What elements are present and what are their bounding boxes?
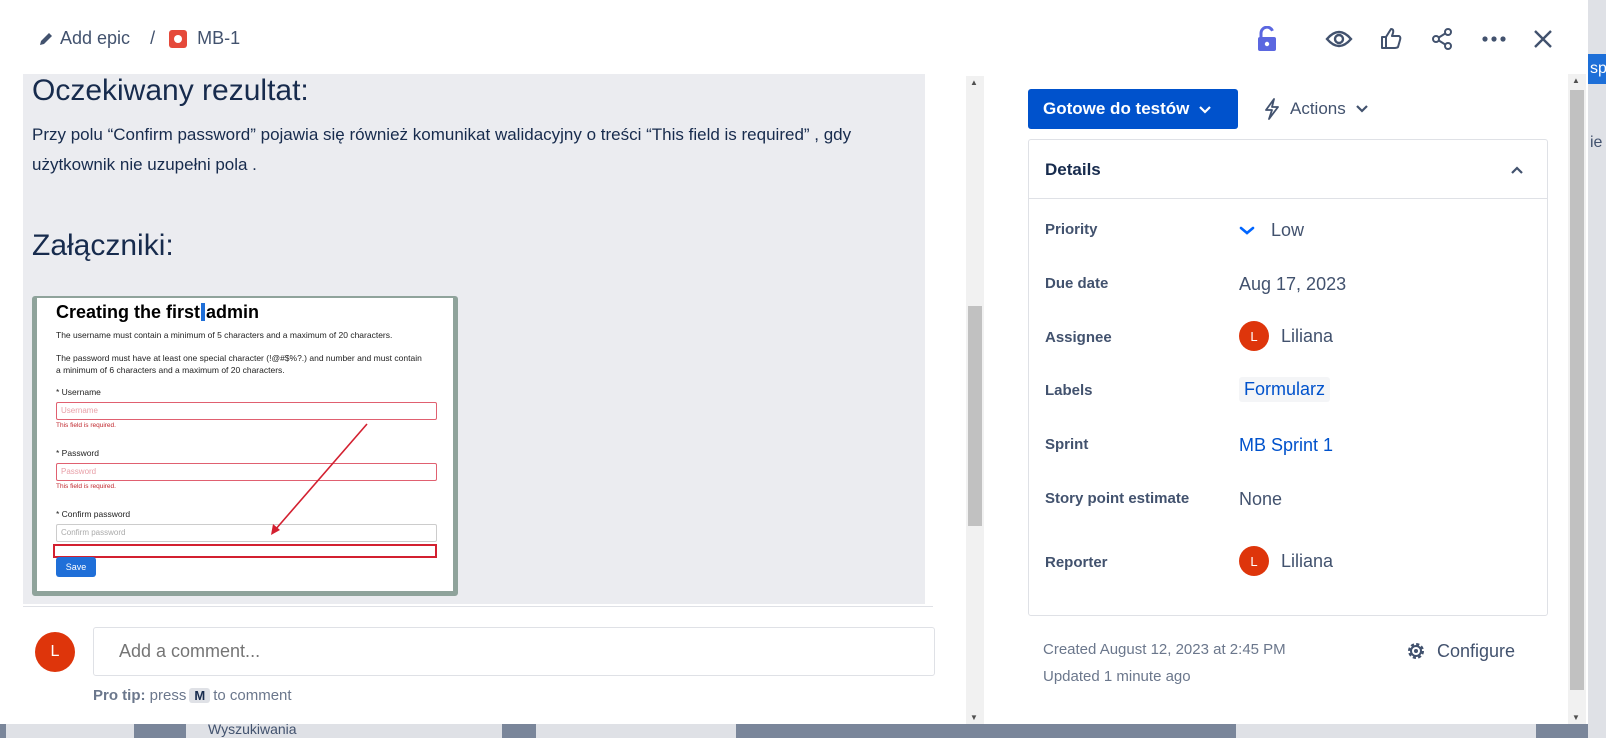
reporter-label: Reporter [1045, 554, 1108, 571]
bug-icon [169, 29, 188, 48]
avatar: L [35, 632, 75, 672]
story-points-value[interactable]: None [1239, 489, 1282, 510]
scrollbar-thumb[interactable] [1570, 90, 1584, 690]
reporter-value[interactable]: L Liliana [1239, 546, 1333, 576]
avatar: L [1239, 321, 1269, 351]
actions-button[interactable]: Actions [1264, 89, 1368, 129]
attachments-heading: Załączniki: [32, 229, 174, 262]
description-scrollbar[interactable]: ▲ ▼ [966, 76, 984, 724]
breadcrumb-separator: / [150, 28, 156, 48]
share-icon[interactable] [1425, 22, 1459, 56]
arrow-annotation [271, 423, 368, 535]
status-button[interactable]: Gotowe do testów [1028, 89, 1238, 129]
attachment-thumbnail[interactable]: Creating the first admin The username mus… [32, 296, 458, 596]
comment-input[interactable] [93, 627, 935, 676]
sprint-value[interactable]: MB Sprint 1 [1239, 435, 1333, 456]
details-title: Details [1045, 160, 1101, 179]
pro-tip: Pro tip: press Mto comment [93, 687, 292, 704]
breadcrumb: Add epic / MB-1 [38, 28, 240, 49]
background-segment [6, 724, 134, 738]
description-panel: Oczekiwany rezultat: Przy polu “Confirm … [23, 74, 925, 604]
sprint-label: Sprint [1045, 436, 1089, 453]
result-heading: Oczekiwany rezultat: [32, 74, 309, 107]
chevron-up-icon[interactable] [1505, 158, 1529, 182]
close-icon[interactable] [1526, 22, 1560, 56]
add-epic-link[interactable]: Add epic [60, 28, 130, 49]
due-date-value[interactable]: Aug 17, 2023 [1239, 274, 1346, 295]
priority-low-icon [1239, 226, 1255, 236]
background-app-edge: sp ie [1588, 0, 1606, 738]
more-icon[interactable] [1477, 22, 1511, 56]
details-panel: Details Priority Low Due date Aug 17, 20… [1028, 139, 1548, 616]
issue-modal: Add epic / MB-1 Oczekiwany rezultat: Prz… [0, 0, 1588, 724]
gear-icon [1405, 640, 1427, 662]
label-tag[interactable]: Formularz [1239, 377, 1331, 402]
background-app-bottom: Wyszukiwania [0, 721, 1588, 738]
details-scrollbar[interactable]: ▲ ▼ [1568, 74, 1586, 724]
avatar: L [1239, 546, 1269, 576]
priority-label: Priority [1045, 221, 1098, 238]
background-text: ie [1590, 134, 1603, 151]
divider [23, 606, 933, 607]
background-segment: Wyszukiwania [186, 721, 502, 738]
labels-value[interactable]: Formularz [1239, 377, 1331, 402]
story-points-label: Story point estimate [1045, 490, 1190, 507]
assignee-label: Assignee [1045, 329, 1112, 346]
result-text: Przy polu “Confirm password” pojawia się… [32, 125, 852, 174]
created-date: Created August 12, 2023 at 2:45 PM [1043, 641, 1286, 658]
scrollbar-thumb[interactable] [968, 306, 982, 526]
thumbs-up-icon[interactable] [1374, 22, 1408, 56]
assignee-value[interactable]: L Liliana [1239, 321, 1333, 351]
due-date-label: Due date [1045, 275, 1109, 292]
background-tab: sp [1588, 54, 1606, 84]
details-header[interactable]: Details [1029, 140, 1547, 199]
keyboard-shortcut: M [189, 688, 211, 703]
chevron-down-icon [1199, 99, 1212, 119]
lock-icon[interactable] [1250, 22, 1284, 56]
priority-value[interactable]: Low [1239, 220, 1304, 241]
background-segment [536, 724, 736, 738]
chevron-down-icon [1355, 105, 1368, 113]
header-actions [1250, 22, 1570, 56]
configure-button[interactable]: Configure [1405, 640, 1515, 662]
lightning-icon [1264, 98, 1280, 120]
pencil-icon [38, 31, 54, 47]
eye-icon[interactable] [1322, 22, 1356, 56]
labels-label: Labels [1045, 382, 1093, 399]
updated-date: Updated 1 minute ago [1043, 668, 1191, 685]
background-segment [1236, 724, 1536, 738]
issue-key-link[interactable]: MB-1 [197, 28, 240, 49]
